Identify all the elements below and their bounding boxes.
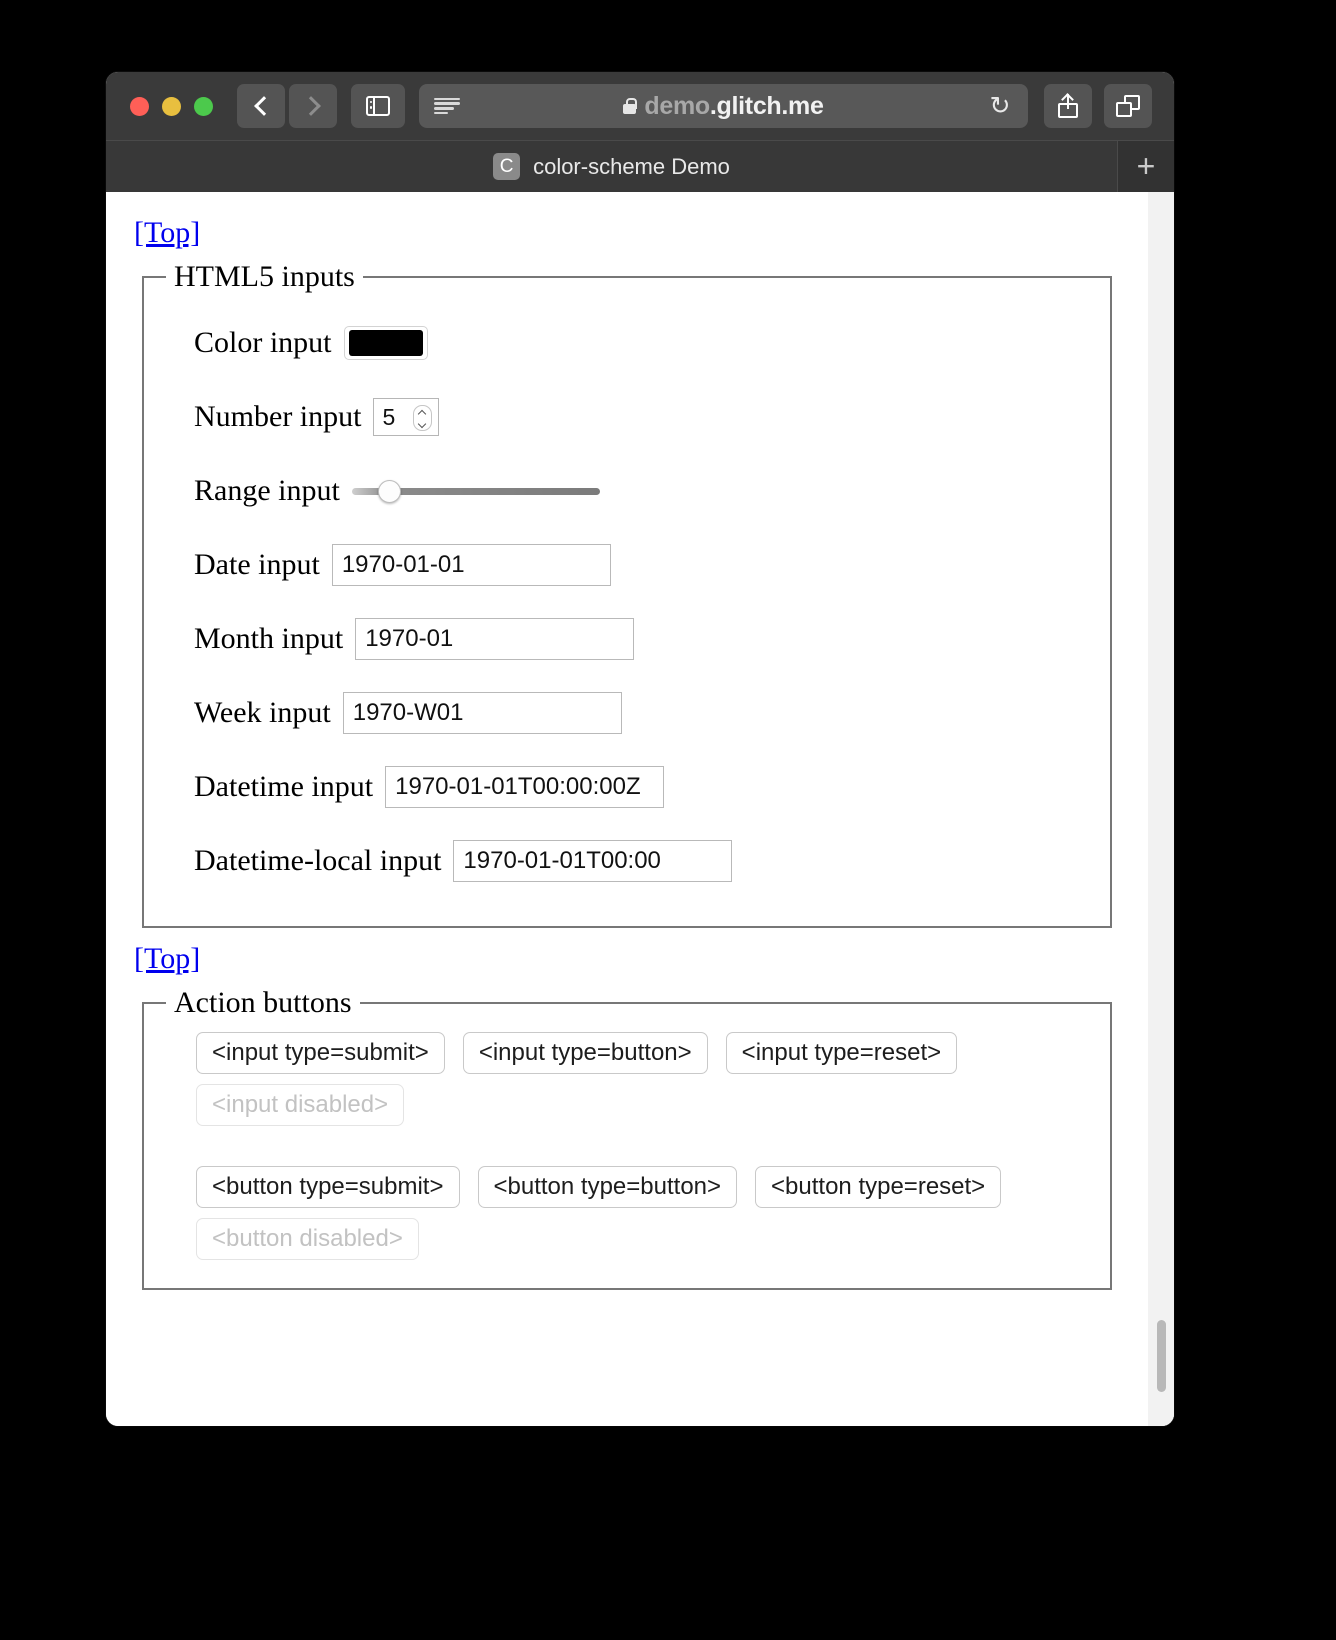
datetime-input[interactable]: 1970-01-01T00:00:00Z <box>385 766 665 808</box>
toolbar-right-buttons <box>1044 84 1152 128</box>
input-button-button[interactable]: <input type=button> <box>462 1032 708 1074</box>
tab-bar: C color-scheme Demo + <box>106 140 1174 192</box>
input-reset-button[interactable]: <input type=reset> <box>725 1032 958 1074</box>
html5-inputs-legend: HTML5 inputs <box>174 260 355 293</box>
tab-color-scheme-demo[interactable]: C color-scheme Demo <box>106 141 1118 192</box>
window-traffic-lights <box>130 96 213 116</box>
label-color-input: Color input <box>194 326 332 359</box>
button-submit-button[interactable]: <button type=submit> <box>196 1166 460 1208</box>
sidebar-toggle-button[interactable] <box>351 84 405 128</box>
range-input[interactable] <box>351 480 600 503</box>
date-input[interactable]: 1970-01-01 <box>331 544 611 586</box>
field-row-datetime-local: Datetime-local input 1970-01-01T00:00 <box>194 824 1094 898</box>
chevron-right-icon <box>300 96 321 116</box>
page-scrollbar[interactable] <box>1154 192 1168 1426</box>
label-number-input: Number input <box>194 400 362 433</box>
chevron-left-icon <box>253 96 274 116</box>
close-window-button[interactable] <box>130 96 149 116</box>
chevron-down-icon[interactable] <box>419 422 427 427</box>
field-row-date: Date input 1970-01-01 <box>194 528 1094 602</box>
show-all-tabs-icon <box>1116 95 1140 117</box>
action-buttons-legend: Action buttons <box>174 986 352 1019</box>
datetime-local-input[interactable]: 1970-01-01T00:00 <box>453 840 733 882</box>
page-viewport: [Top] HTML5 inputs Color input Number in… <box>106 192 1174 1426</box>
color-input[interactable] <box>343 326 428 360</box>
share-button[interactable] <box>1044 84 1092 128</box>
top-link-1[interactable]: [Top] <box>134 216 200 250</box>
reader-view-icon[interactable] <box>434 97 460 115</box>
button-reset-button[interactable]: <button type=reset> <box>755 1166 1002 1208</box>
button-button-button[interactable]: <button type=button> <box>477 1166 738 1208</box>
button-disabled-row: <button disabled> <box>196 1218 1094 1260</box>
number-input-value: 5 <box>382 403 396 430</box>
week-input[interactable]: 1970-W01 <box>342 692 622 734</box>
input-submit-button[interactable]: <input type=submit> <box>196 1032 445 1074</box>
range-thumb[interactable] <box>377 480 401 503</box>
label-datetime-input: Datetime input <box>194 770 374 803</box>
back-button[interactable] <box>237 84 285 128</box>
number-stepper[interactable] <box>413 405 433 431</box>
new-tab-button[interactable]: + <box>1118 141 1174 192</box>
nav-buttons <box>237 84 337 128</box>
label-date-input: Date input <box>194 548 320 581</box>
share-icon <box>1058 93 1078 118</box>
browser-toolbar: demo.glitch.me ↻ <box>106 72 1174 140</box>
label-range-input: Range input <box>194 474 340 507</box>
url-suffix: .glitch.me <box>709 91 824 120</box>
field-row-month: Month input 1970-01 <box>194 602 1094 676</box>
number-input[interactable]: 5 <box>373 398 440 436</box>
field-row-number: Number input 5 <box>194 380 1094 454</box>
input-buttons-row: <input type=submit> <input type=button> … <box>196 1032 1094 1074</box>
top-link-2[interactable]: [Top] <box>134 942 200 976</box>
field-row-color: Color input <box>194 306 1094 380</box>
address-bar-content: demo.glitch.me <box>419 92 1028 121</box>
tab-title: color-scheme Demo <box>533 153 730 179</box>
month-input[interactable]: 1970-01 <box>355 618 635 660</box>
lock-icon <box>623 98 638 114</box>
address-bar[interactable]: demo.glitch.me ↻ <box>419 84 1028 128</box>
sidebar-toggle-group <box>351 84 405 128</box>
button-elements-row: <button type=submit> <button type=button… <box>196 1166 1094 1208</box>
button-disabled-button: <button disabled> <box>196 1218 419 1260</box>
sidebar-icon <box>366 96 390 116</box>
chevron-up-icon[interactable] <box>419 410 427 415</box>
page-content: [Top] HTML5 inputs Color input Number in… <box>106 192 1174 1290</box>
action-buttons-fieldset: Action buttons <input type=submit> <inpu… <box>142 986 1112 1290</box>
input-disabled-row: <input disabled> <box>196 1084 1094 1126</box>
field-row-datetime: Datetime input 1970-01-01T00:00:00Z <box>194 750 1094 824</box>
field-row-week: Week input 1970-W01 <box>194 676 1094 750</box>
input-disabled-button: <input disabled> <box>196 1084 405 1126</box>
label-week-input: Week input <box>194 696 331 729</box>
address-bar-url: demo.glitch.me <box>644 92 823 121</box>
zoom-window-button[interactable] <box>194 96 213 116</box>
show-all-tabs-button[interactable] <box>1104 84 1152 128</box>
minimize-window-button[interactable] <box>162 96 181 116</box>
label-month-input: Month input <box>194 622 344 655</box>
field-row-range: Range input <box>194 454 1094 528</box>
page-scrollbar-thumb[interactable] <box>1157 1320 1166 1392</box>
url-prefix: demo <box>644 91 710 120</box>
reload-button[interactable]: ↻ <box>988 93 1012 118</box>
html5-inputs-fieldset: HTML5 inputs Color input Number input 5 <box>142 260 1112 928</box>
label-datetime-local-input: Datetime-local input <box>194 844 442 877</box>
color-swatch-fill <box>348 330 423 356</box>
forward-button[interactable] <box>289 84 337 128</box>
favicon-icon: C <box>493 153 521 180</box>
browser-window: demo.glitch.me ↻ C color-scheme Demo + [… <box>106 72 1174 1426</box>
